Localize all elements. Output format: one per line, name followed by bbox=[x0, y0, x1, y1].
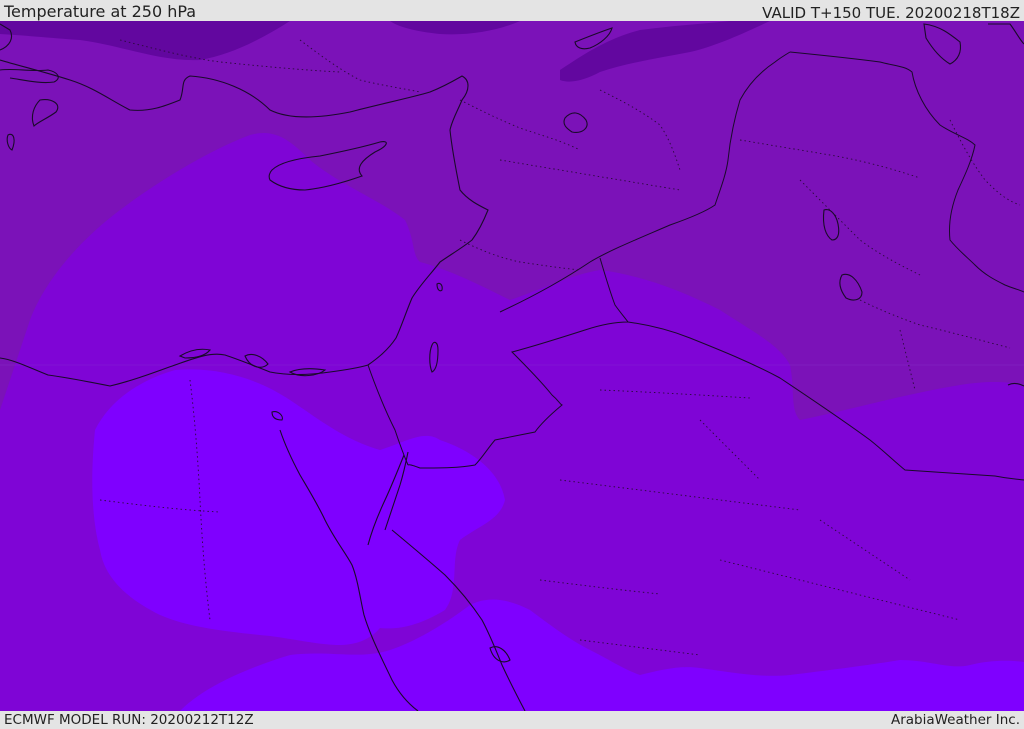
model-run: ECMWF MODEL RUN: 20200212T12Z bbox=[4, 712, 254, 728]
header-bar: Temperature at 250 hPa VALID T+150 TUE. … bbox=[0, 0, 1024, 22]
temperature-map bbox=[0, 21, 1024, 711]
footer-bar: ECMWF MODEL RUN: 20200212T12Z ArabiaWeat… bbox=[0, 711, 1024, 729]
map-title: Temperature at 250 hPa bbox=[4, 2, 197, 21]
valid-time: VALID T+150 TUE. 20200218T18Z bbox=[762, 4, 1020, 22]
map-area[interactable] bbox=[0, 21, 1024, 711]
credit-text: ArabiaWeather Inc. bbox=[890, 712, 1020, 728]
